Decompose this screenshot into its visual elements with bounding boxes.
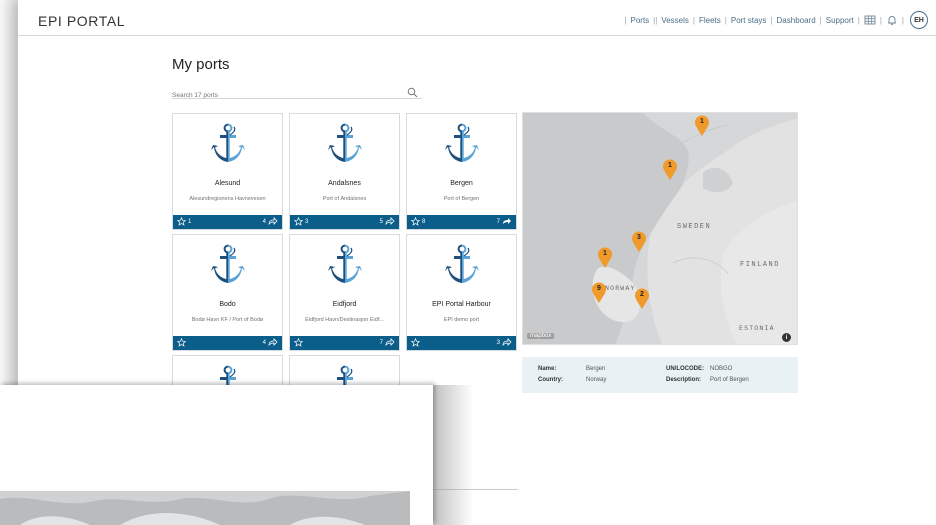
user-avatar[interactable]: EH	[910, 11, 928, 29]
port-card-footer: 3	[407, 336, 516, 350]
share-count: 3	[496, 340, 500, 346]
port-subtitle: Eidfjord Havn/Destinasjon Eidf...	[305, 317, 384, 323]
star-icon[interactable]	[293, 337, 304, 349]
favorite-count: 8	[422, 219, 426, 225]
map-label-sweden: SWEDEN	[677, 223, 712, 231]
mapbox-attribution[interactable]: mapbox	[527, 333, 555, 339]
share-count: 7	[379, 340, 383, 346]
map-marker[interactable]: 1	[694, 115, 710, 142]
nav-dashboard[interactable]: Dashboard	[777, 16, 816, 25]
port-card[interactable]: Bodo Bodø Havn KF / Port of Bodø 4	[172, 234, 283, 351]
port-name: Alesund	[214, 180, 241, 187]
port-card[interactable]: Andalsnes Port of Åndalsnes 3 5	[289, 113, 400, 230]
share-count: 5	[379, 219, 383, 225]
port-info-panel: Name: Bergen Country: Norway UN/LOCODE: NOB…	[522, 357, 798, 393]
anchor-icon	[210, 244, 246, 284]
share-arrow-icon[interactable]	[385, 217, 395, 227]
grid-icon[interactable]	[864, 14, 876, 26]
port-name: Bodo	[219, 301, 236, 308]
share-arrow-icon[interactable]	[268, 217, 278, 227]
nav-fleets[interactable]: Fleets	[699, 16, 721, 25]
search-icon[interactable]	[407, 85, 418, 103]
nav-port-stays[interactable]: Port stays	[731, 16, 767, 25]
anchor-icon	[210, 123, 246, 163]
page-title: My ports	[172, 56, 230, 73]
share-count: 4	[262, 219, 266, 225]
map-marker[interactable]: 9	[591, 282, 607, 309]
map-canvas	[523, 113, 797, 344]
share-arrow-icon[interactable]	[268, 338, 278, 348]
info-name-value: Bergen	[586, 366, 606, 372]
share-count: 4	[262, 340, 266, 346]
port-card-footer: 7	[290, 336, 399, 350]
info-country-value: Norway	[586, 377, 607, 383]
port-subtitle: Port of Åndalsnes	[322, 196, 367, 202]
anchor-icon	[444, 244, 480, 284]
anchor-icon	[444, 123, 480, 163]
port-card-footer: 8 7	[407, 215, 516, 229]
port-subtitle: Port of Bergen	[443, 196, 480, 202]
screenshot-stage: EPI PORTAL | Ports || Vessels | Fleets |…	[0, 0, 936, 525]
overlay-shadow	[433, 385, 473, 525]
star-icon[interactable]	[176, 216, 187, 228]
nav-support[interactable]: Support	[826, 16, 854, 25]
share-arrow-icon[interactable]	[502, 338, 512, 348]
port-card[interactable]: Bergen Port of Bergen 8 7	[406, 113, 517, 230]
port-subtitle: Bodø Havn KF / Port of Bodø	[191, 317, 264, 323]
map-label-finland: FINLAND	[740, 261, 780, 269]
overlay-window	[0, 385, 433, 525]
star-icon[interactable]	[293, 216, 304, 228]
info-unlocode-label: UN/LOCODE:	[666, 366, 704, 372]
map-label-norway: NORWAY	[605, 285, 636, 292]
overlay-map-canvas	[0, 491, 410, 525]
search-input[interactable]	[172, 92, 392, 99]
info-name-label: Name:	[538, 366, 557, 372]
ports-map[interactable]: SWEDEN FINLAND NORWAY ESTONIA 1 1 3 1 9 …	[522, 112, 798, 345]
top-navbar: EPI PORTAL | Ports || Vessels | Fleets |…	[18, 0, 936, 36]
port-card-footer: 3 5	[290, 215, 399, 229]
port-name: Andalsnes	[328, 180, 361, 187]
port-name: EPI Portal Harbour	[432, 301, 491, 308]
port-card[interactable]: EPI Portal Harbour EPI demo port 3	[406, 234, 517, 351]
star-icon[interactable]	[410, 216, 421, 228]
info-country-label: Country:	[538, 377, 563, 383]
app-logo[interactable]: EPI PORTAL	[38, 13, 125, 29]
favorite-count: 1	[188, 219, 192, 225]
bell-icon[interactable]	[886, 14, 898, 26]
map-marker[interactable]: 2	[634, 288, 650, 315]
port-card[interactable]: Eidfjord Eidfjord Havn/Destinasjon Eidf.…	[289, 234, 400, 351]
info-description-label: Description:	[666, 377, 702, 383]
port-card[interactable]: Alesund Ålesundregionens Havnevesen 1 4	[172, 113, 283, 230]
anchor-icon	[327, 244, 363, 284]
share-count: 7	[496, 219, 500, 225]
overlay-map[interactable]	[0, 491, 410, 525]
favorite-count: 3	[305, 219, 309, 225]
star-icon[interactable]	[410, 337, 421, 349]
share-arrow-icon[interactable]	[502, 217, 512, 227]
port-name: Eidfjord	[332, 301, 357, 308]
port-card-footer: 1 4	[173, 215, 282, 229]
port-subtitle: Ålesundregionens Havnevesen	[189, 196, 266, 202]
info-icon[interactable]: i	[782, 333, 791, 342]
share-arrow-icon[interactable]	[385, 338, 395, 348]
anchor-icon	[327, 123, 363, 163]
map-marker[interactable]: 1	[597, 247, 613, 274]
search-bar	[172, 84, 422, 99]
port-subtitle: EPI demo port	[443, 317, 480, 323]
star-icon[interactable]	[176, 337, 187, 349]
map-label-estonia: ESTONIA	[739, 325, 775, 332]
map-marker[interactable]: 1	[662, 159, 678, 186]
nav-ports[interactable]: Ports	[631, 16, 650, 25]
port-name: Bergen	[450, 180, 473, 187]
info-unlocode-value: NOBGO	[710, 366, 733, 372]
nav-vessels[interactable]: Vessels	[661, 16, 689, 25]
main-nav: | Ports || Vessels | Fleets | Port stays…	[620, 11, 928, 29]
map-marker[interactable]: 3	[631, 231, 647, 258]
port-card-footer: 4	[173, 336, 282, 350]
info-description-value: Port of Bergen	[710, 377, 749, 383]
